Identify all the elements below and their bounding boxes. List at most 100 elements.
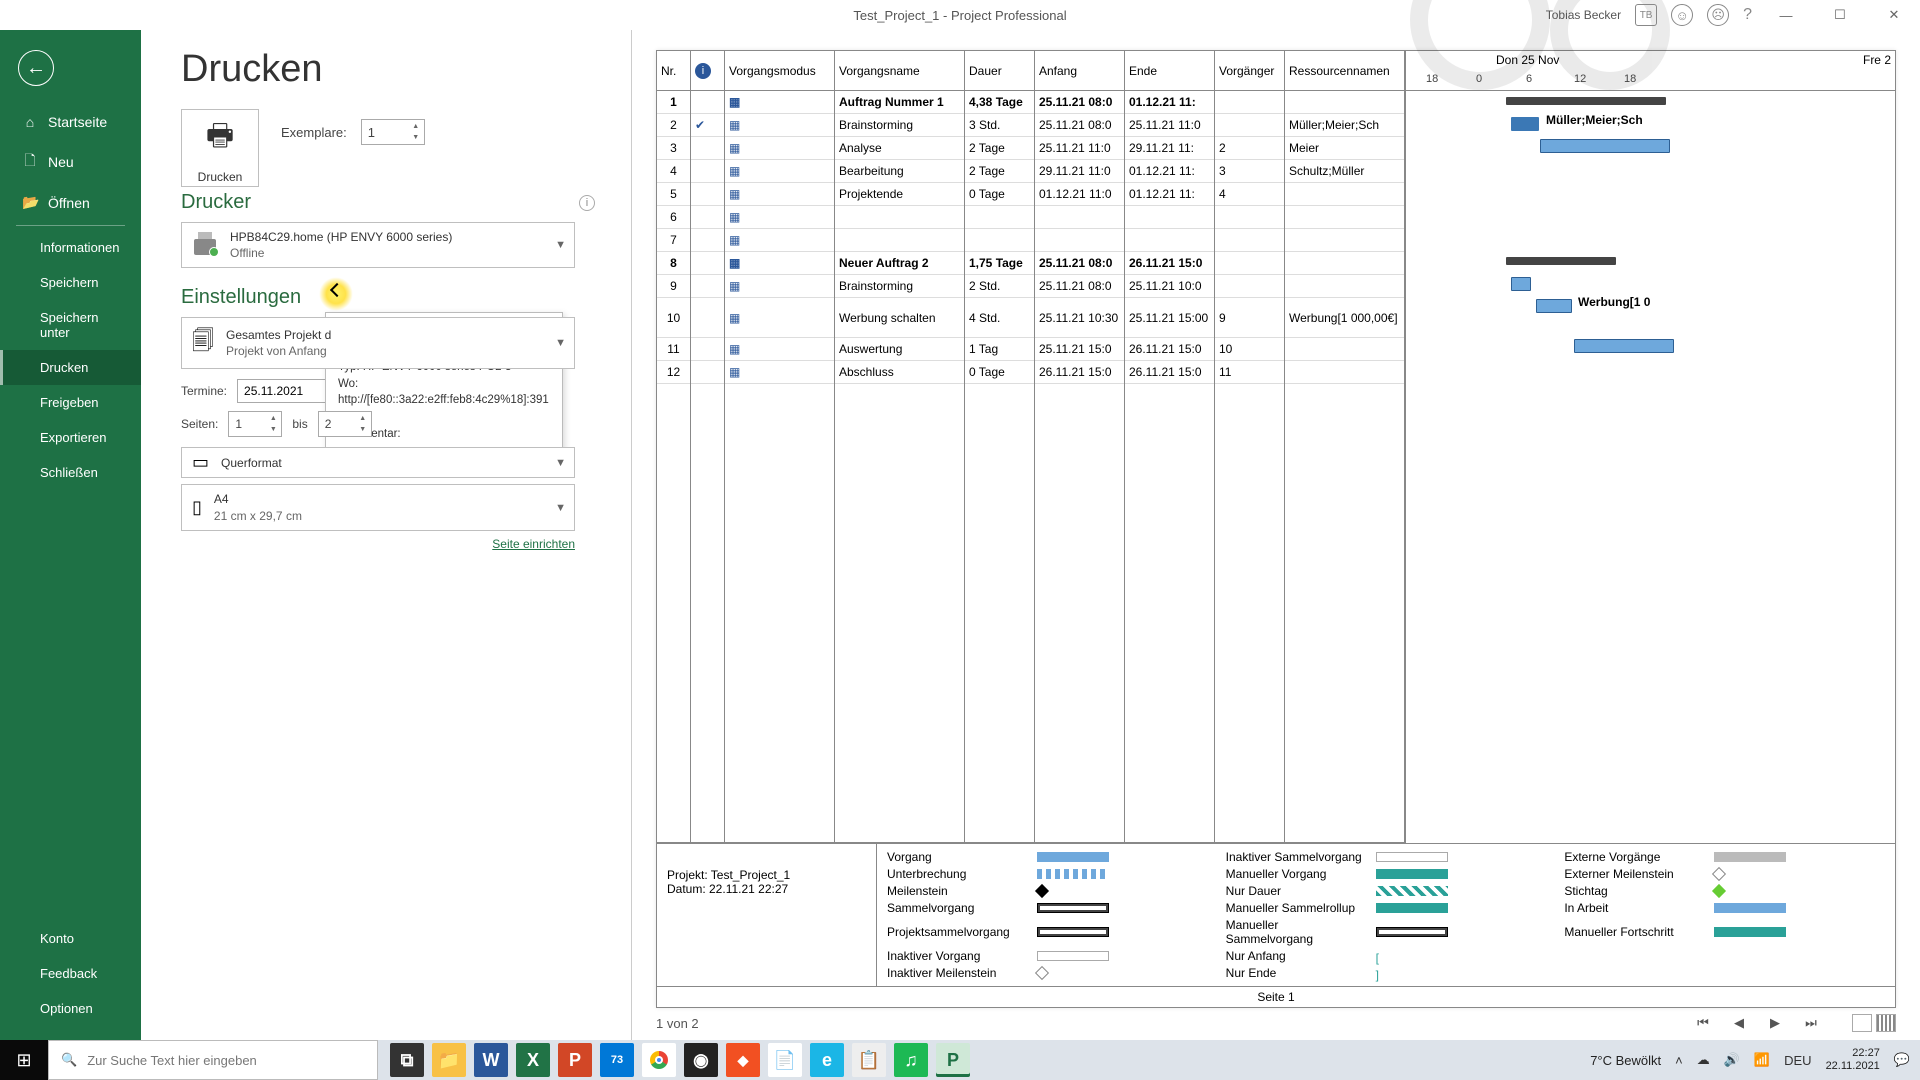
legend-swatch [1376,869,1448,879]
spin-down-icon[interactable]: ▼ [410,132,422,143]
legend-label: Manueller Fortschritt [1564,925,1704,939]
table-cell [691,137,724,160]
print-button[interactable]: 🖶 Drucken [181,109,259,187]
zoom-actual-icon[interactable] [1876,1014,1896,1032]
edge-icon[interactable]: e [810,1043,844,1077]
preview-task-table: Nr.123456789101112i✔Vorgangsmodus▦▦▦▦▦▦▦… [657,51,1405,843]
zoom-toggle[interactable] [1852,1014,1896,1032]
legend-item: In Arbeit [1564,901,1885,915]
minimize-button[interactable]: — [1766,0,1806,30]
language-indicator[interactable]: DEU [1784,1053,1811,1068]
back-button[interactable]: ← [18,50,54,86]
legend-item: Inaktiver Meilenstein [887,966,1208,980]
close-button[interactable]: ✕ [1874,0,1914,30]
sidebar-item-feedback[interactable]: Feedback [0,956,141,991]
taskbar-search[interactable]: 🔍 Zur Suche Text hier eingeben [48,1040,378,1080]
nav-first-icon[interactable]: ⏮ [1692,1015,1714,1031]
calc-icon[interactable]: 📋 [852,1043,886,1077]
sidebar-item-label: Speichern unter [40,310,127,340]
start-button[interactable]: ⊞ [0,1040,48,1080]
sidebar-item-label: Optionen [40,1001,93,1016]
printer-dropdown[interactable]: HPB84C29.home (HP ENVY 6000 series) Offl… [181,222,575,268]
table-cell: 01.12.21 11: [1125,160,1214,183]
chrome-icon[interactable] [642,1043,676,1077]
sidebar-item-schliessen[interactable]: Schließen [0,455,141,490]
notepadpp-icon[interactable]: 📄 [768,1043,802,1077]
onedrive-icon[interactable]: ☁ [1697,1052,1710,1068]
wifi-icon[interactable]: 📶 [1754,1052,1770,1068]
sidebar-item-konto[interactable]: Konto [0,921,141,956]
taskbar-apps: ⧉ 📁 W X P 73 ◉ ◆ 📄 e 📋 ♫ P [390,1043,970,1077]
sidebar-item-drucken[interactable]: Drucken [0,350,141,385]
explorer-icon[interactable]: 📁 [432,1043,466,1077]
legend-swatch [1037,927,1109,937]
edge-legacy-icon[interactable]: 73 [600,1043,634,1077]
gantt-day-label: Fre 2 [1863,53,1891,67]
table-column: Vorgänger23491011 [1215,51,1285,842]
taskview-icon[interactable]: ⧉ [390,1043,424,1077]
table-cell: Abschluss [835,361,964,384]
table-cell: Analyse [835,137,964,160]
powerpoint-icon[interactable]: P [558,1043,592,1077]
print-button-label: Drucken [198,170,243,184]
table-cell: 01.12.21 11: [1125,183,1214,206]
weather-widget[interactable]: 7°C Bewölkt [1590,1053,1661,1068]
sidebar-item-speichern[interactable]: Speichern [0,265,141,300]
sidebar-item-neu[interactable]: 🗋 Neu [0,140,141,184]
zoom-fit-icon[interactable] [1852,1014,1872,1032]
page-from-value: 1 [235,417,242,431]
page-setup-link[interactable]: Seite einrichten [181,537,575,551]
word-icon[interactable]: W [474,1043,508,1077]
orientation-icon: ▭ [192,452,209,473]
user-name[interactable]: Tobias Becker [1546,8,1621,22]
printer-section-title: Drucker [181,191,251,214]
date-from-input[interactable] [237,379,327,403]
excel-icon[interactable]: X [516,1043,550,1077]
sidebar-item-informationen[interactable]: Informationen [0,230,141,265]
nav-prev-icon[interactable]: ◀ [1728,1015,1750,1031]
table-cell: 2 Std. [965,275,1034,298]
orientation-dropdown[interactable]: ▭ Querformat ▼ [181,447,575,478]
app-icon[interactable]: ◆ [726,1043,760,1077]
legend-label: Nur Anfang [1226,949,1366,963]
help-icon[interactable]: ? [1743,6,1752,24]
legend-item: Meilenstein [887,884,1208,898]
table-column: VorgangsnameAuftrag Nummer 1Brainstormin… [835,51,965,842]
table-cell [691,338,724,361]
obs-icon[interactable]: ◉ [684,1043,718,1077]
taskbar-clock[interactable]: 22:27 22.11.2021 [1826,1047,1880,1072]
sidebar-item-exportieren[interactable]: Exportieren [0,420,141,455]
spotify-icon[interactable]: ♫ [894,1043,928,1077]
smile-icon[interactable]: ☺ [1671,4,1693,26]
page-from-spinner[interactable]: 1 ▲▼ [228,411,282,437]
sidebar-item-freigeben[interactable]: Freigeben [0,385,141,420]
sidebar-item-optionen[interactable]: Optionen [0,991,141,1026]
notifications-icon[interactable]: 💬 [1894,1052,1910,1068]
maximize-button[interactable]: ☐ [1820,0,1860,30]
paper-dropdown[interactable]: ▯ A4 21 cm x 29,7 cm ▼ [181,484,575,530]
legend-project: Projekt: Test_Project_1 [667,868,866,882]
spin-up-icon[interactable]: ▲ [410,121,422,132]
page-to-spinner[interactable]: 2 ▲▼ [318,411,372,437]
column-header: Vorgangsname [835,51,964,91]
nav-last-icon[interactable]: ⏭ [1800,1015,1822,1031]
sidebar-item-oeffnen[interactable]: 📂 Öffnen [0,184,141,221]
gantt-task-bar [1536,299,1572,313]
scope-dropdown[interactable]: 🗐 Gesamtes Projekt d Projekt von Anfang … [181,317,575,369]
table-cell [1285,252,1404,275]
user-initials[interactable]: TB [1635,4,1657,26]
legend-swatch [1712,867,1726,881]
legend-label: In Arbeit [1564,901,1704,915]
page-to-value: 2 [325,417,332,431]
project-icon[interactable]: P [936,1043,970,1077]
sidebar-item-startseite[interactable]: ⌂ Startseite [0,104,141,140]
frown-icon[interactable]: ☹ [1707,4,1729,26]
info-icon[interactable]: i [579,195,595,211]
table-cell: ✔ [691,114,724,137]
copies-spinner[interactable]: 1 ▲▼ [361,119,425,145]
sidebar-item-speichern-unter[interactable]: Speichern unter [0,300,141,350]
legend-label: Manueller Sammelrollup [1226,901,1366,915]
tray-chevron-icon[interactable]: ˄ [1675,1053,1683,1068]
volume-icon[interactable]: 🔊 [1724,1052,1740,1068]
nav-next-icon[interactable]: ▶ [1764,1015,1786,1031]
